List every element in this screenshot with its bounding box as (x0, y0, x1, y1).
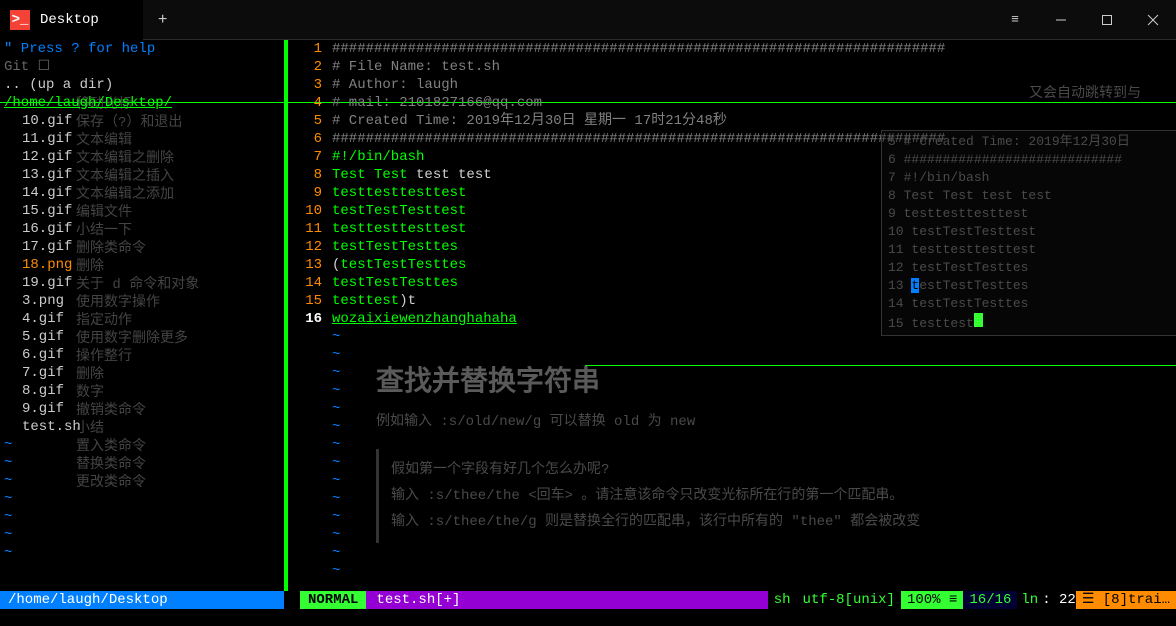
file-8.gif[interactable]: 8.gif (4, 382, 284, 400)
line-number: 9 (296, 184, 326, 202)
line-number: 7 (296, 148, 326, 166)
new-tab-button[interactable]: + (143, 11, 183, 29)
file-test.sh[interactable]: test.sh (4, 418, 284, 436)
code-line[interactable]: testtest)t (332, 292, 1176, 310)
status-filetype: sh (768, 591, 797, 609)
status-encoding: utf-8[unix] (797, 591, 901, 609)
code-body[interactable]: ########################################… (326, 40, 1176, 591)
line-number: 3 (296, 76, 326, 94)
tab-label: Desktop (40, 11, 139, 29)
code-line[interactable]: testtesttesttest (332, 220, 1176, 238)
tilde: ~ (4, 472, 284, 490)
file-15.gif[interactable]: 15.gif (4, 202, 284, 220)
line-number: 6 (296, 130, 326, 148)
status-file: test.sh[+] (366, 591, 767, 609)
status-bar: /home/laugh/Desktop NORMAL test.sh[+] sh… (0, 591, 1176, 626)
line-number: 13 (296, 256, 326, 274)
code-line[interactable]: testTestTesttest (332, 202, 1176, 220)
code-line[interactable]: (testTestTesttes (332, 256, 1176, 274)
file-9.gif[interactable]: 9.gif (4, 400, 284, 418)
line-number: 14 (296, 274, 326, 292)
file-13.gif[interactable]: 13.gif (4, 166, 284, 184)
status-trailing: ☰ [8]trai… (1076, 591, 1176, 609)
file-16.gif[interactable]: 16.gif (4, 220, 284, 238)
file-19.gif[interactable]: 19.gif (4, 274, 284, 292)
menu-icon[interactable]: ≡ (992, 0, 1038, 40)
code-line[interactable]: wozaixiewenzhanghahaha (332, 310, 1176, 328)
title-bar: >_ Desktop + ≡ (0, 0, 1176, 40)
line-number: 12 (296, 238, 326, 256)
code-editor[interactable]: 12345678910111213141516 ################… (296, 40, 1176, 591)
editor-body: 移动光标保存（?）和退出文本编辑文本编辑之删除文本编辑之插入文本编辑之添加编辑文… (0, 40, 1176, 591)
file-6.gif[interactable]: 6.gif (4, 346, 284, 364)
file-10.gif[interactable]: 10.gif (4, 112, 284, 130)
line-number: 5 (296, 112, 326, 130)
code-line[interactable]: # File Name: test.sh (332, 58, 1176, 76)
file-7.gif[interactable]: 7.gif (4, 364, 284, 382)
terminal-icon: >_ (10, 10, 30, 30)
code-line[interactable]: testtesttesttest (332, 184, 1176, 202)
line-number: 8 (296, 166, 326, 184)
help-hint: " Press ? for help (4, 40, 284, 58)
line-number: 15 (296, 292, 326, 310)
status-mode: NORMAL (300, 591, 366, 609)
cursor-line-hr (585, 365, 1176, 366)
file-18.png[interactable]: 18.png (4, 256, 284, 274)
git-status: Git ☐ (4, 58, 284, 76)
line-number: 11 (296, 220, 326, 238)
code-line[interactable]: testTestTesttes (332, 238, 1176, 256)
status-ln-label: ln (1017, 591, 1042, 609)
line-number: 1 (296, 40, 326, 58)
code-line[interactable]: ########################################… (332, 130, 1176, 148)
tilde: ~ (4, 490, 284, 508)
status-column: : 22 (1042, 591, 1076, 609)
status-percent: 100% ≡ (901, 591, 963, 609)
status-path: /home/laugh/Desktop (0, 591, 284, 609)
code-line[interactable]: # mail: 2101827166@qq.com (332, 94, 1176, 112)
window-controls: ≡ (992, 0, 1176, 40)
file-17.gif[interactable]: 17.gif (4, 238, 284, 256)
line-number: 16 (296, 310, 326, 328)
tilde: ~ (4, 436, 284, 454)
tilde: ~ (4, 454, 284, 472)
minimize-button[interactable] (1038, 0, 1084, 40)
tilde: ~ (4, 508, 284, 526)
file-4.gif[interactable]: 4.gif (4, 310, 284, 328)
code-line[interactable]: # Author: laugh (332, 76, 1176, 94)
up-dir[interactable]: .. (up a dir) (4, 76, 284, 94)
line-numbers: 12345678910111213141516 (296, 40, 326, 591)
maximize-button[interactable] (1084, 0, 1130, 40)
tree-path[interactable]: /home/laugh/Desktop/ (4, 94, 284, 112)
file-tree[interactable]: " Press ? for help Git ☐ .. (up a dir) /… (0, 40, 284, 591)
code-line[interactable]: # Created Time: 2019年12月30日 星期一 17时21分48… (332, 112, 1176, 130)
file-12.gif[interactable]: 12.gif (4, 148, 284, 166)
code-line[interactable]: #!/bin/bash (332, 148, 1176, 166)
code-line[interactable]: ########################################… (332, 40, 1176, 58)
line-number: 4 (296, 94, 326, 112)
tilde: ~ (4, 526, 284, 544)
tilde: ~ (4, 544, 284, 562)
status-position: 16/16 (963, 591, 1017, 609)
terminal-tab[interactable]: >_ Desktop (0, 0, 143, 40)
file-14.gif[interactable]: 14.gif (4, 184, 284, 202)
code-line[interactable]: Test Test test test (332, 166, 1176, 184)
line-number: 2 (296, 58, 326, 76)
file-11.gif[interactable]: 11.gif (4, 130, 284, 148)
line-number: 10 (296, 202, 326, 220)
file-5.gif[interactable]: 5.gif (4, 328, 284, 346)
file-3.png[interactable]: 3.png (4, 292, 284, 310)
close-button[interactable] (1130, 0, 1176, 40)
code-line[interactable]: testTestTesttes (332, 274, 1176, 292)
